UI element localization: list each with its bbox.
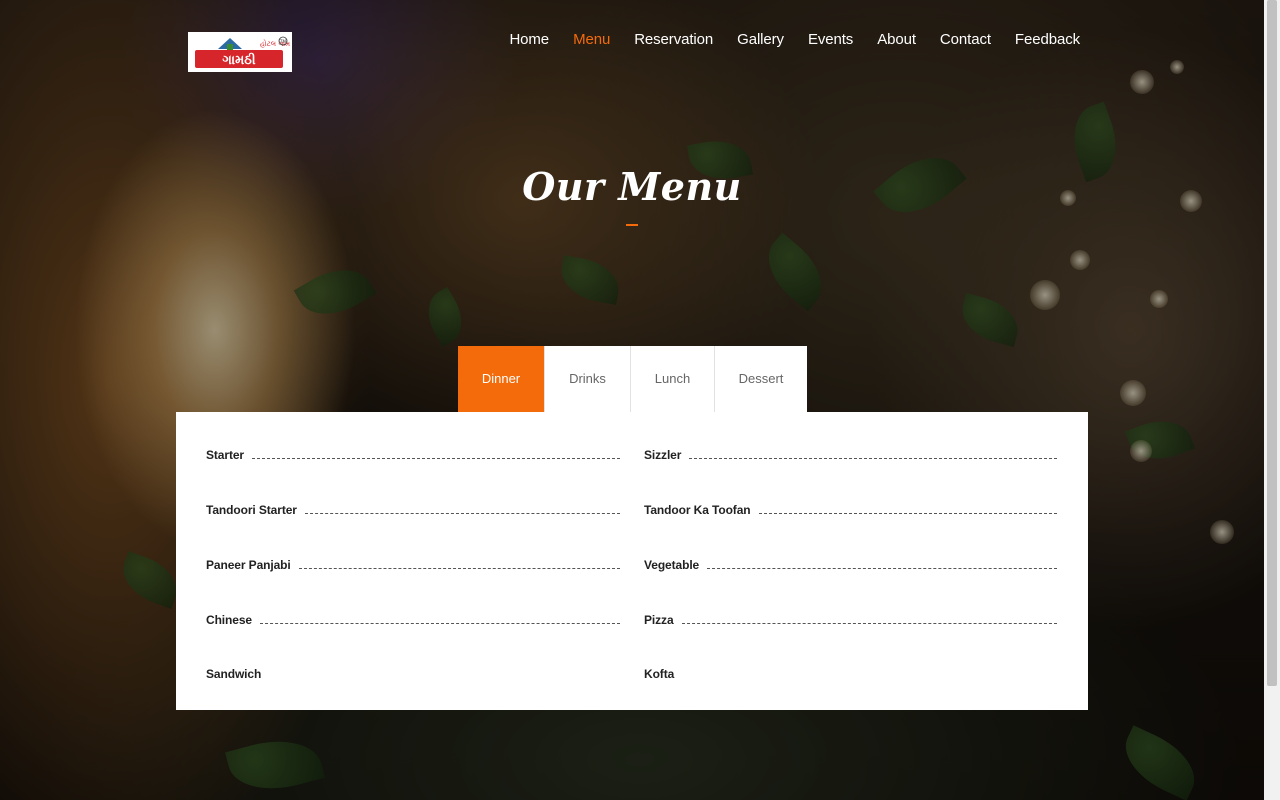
menu-item-vegetable[interactable]: Vegetable xyxy=(644,552,1057,572)
nav-about[interactable]: About xyxy=(865,29,928,51)
dotted-leader xyxy=(251,458,620,459)
menu-item-tandoor-ka-toofan[interactable]: Tandoor Ka Toofan xyxy=(644,497,1057,517)
svg-text:ગામઠી: ગામઠી xyxy=(222,51,255,68)
dotted-leader xyxy=(681,623,1057,624)
nav-feedback[interactable]: Feedback xyxy=(1003,29,1092,51)
menu-item-name: Tandoori Starter xyxy=(206,503,297,517)
main-nav: Home Menu Reservation Gallery Events Abo… xyxy=(497,29,1092,51)
menu-item-name: Sizzler xyxy=(644,448,682,462)
tab-dinner[interactable]: Dinner xyxy=(458,346,545,426)
nav-reservation[interactable]: Reservation xyxy=(622,29,725,51)
menu-item-name: Tandoor Ka Toofan xyxy=(644,503,751,517)
dotted-leader xyxy=(758,513,1057,514)
scrollbar[interactable] xyxy=(1264,0,1280,800)
svg-text:TM: TM xyxy=(279,39,286,44)
logo[interactable]: હોટલ ગામઠી ગામઠી TM xyxy=(188,32,292,72)
nav-home[interactable]: Home xyxy=(497,29,561,51)
menu-panel: Starter Tandoori Starter Paneer Panjabi … xyxy=(176,412,1088,710)
menu-item-tandoori-starter[interactable]: Tandoori Starter xyxy=(206,497,620,517)
scrollbar-thumb[interactable] xyxy=(1267,0,1277,686)
dotted-leader xyxy=(689,458,1057,459)
dotted-leader xyxy=(707,568,1057,569)
menu-item-sizzler[interactable]: Sizzler xyxy=(644,442,1057,462)
nav-contact[interactable]: Contact xyxy=(928,29,1003,51)
menu-item-name: Pizza xyxy=(644,613,674,627)
tab-dinner-label: Dinner xyxy=(481,371,521,386)
tab-lunch[interactable]: Lunch xyxy=(631,346,715,412)
logo-image: હોટલ ગામઠી ગામઠી TM xyxy=(195,36,290,68)
menu-item-name: Chinese xyxy=(206,613,252,627)
menu-item-name: Kofta xyxy=(644,667,675,681)
menu-item-starter[interactable]: Starter xyxy=(206,442,620,462)
menu-item-name: Vegetable xyxy=(644,558,700,572)
tab-drinks[interactable]: Drinks xyxy=(545,346,631,412)
dotted-leader xyxy=(298,568,620,569)
nav-menu[interactable]: Menu xyxy=(561,29,622,51)
dotted-leader xyxy=(304,513,620,514)
nav-gallery[interactable]: Gallery xyxy=(725,29,796,51)
nav-events[interactable]: Events xyxy=(796,29,865,51)
dotted-leader xyxy=(259,623,620,624)
menu-item-sandwich[interactable]: Sandwich xyxy=(206,661,620,681)
menu-item-chinese[interactable]: Chinese xyxy=(206,607,620,627)
menu-item-name: Starter xyxy=(206,448,244,462)
menu-tabs: Dinner Drinks Lunch Dessert xyxy=(458,346,807,426)
menu-item-pizza[interactable]: Pizza xyxy=(644,607,1057,627)
title-divider xyxy=(626,224,638,226)
section-title: Our Menu xyxy=(522,164,742,209)
menu-item-paneer-panjabi[interactable]: Paneer Panjabi xyxy=(206,552,620,572)
menu-item-name: Sandwich xyxy=(206,667,262,681)
tab-dessert[interactable]: Dessert xyxy=(715,346,807,412)
menu-item-kofta[interactable]: Kofta xyxy=(644,661,1057,681)
menu-item-name: Paneer Panjabi xyxy=(206,558,291,572)
